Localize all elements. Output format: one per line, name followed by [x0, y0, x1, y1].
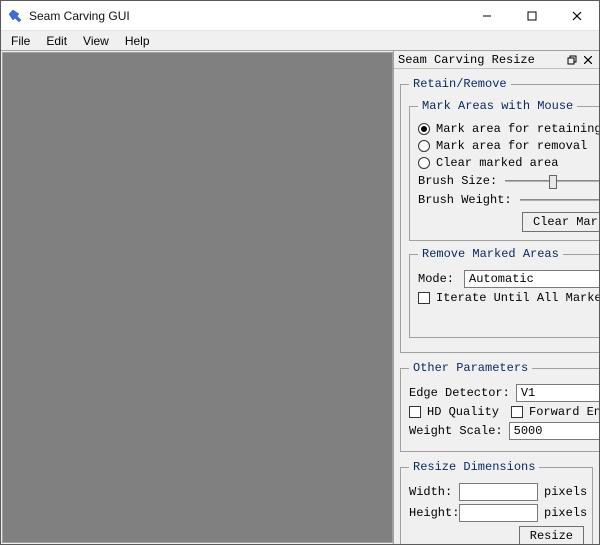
menu-view[interactable]: View	[75, 32, 117, 50]
remove-marked-group: Remove Marked Areas Mode: Automatic ▼ It…	[409, 247, 599, 338]
edge-detector-label: Edge Detector:	[409, 386, 510, 400]
hd-quality-checkbox[interactable]	[409, 406, 421, 418]
quality-energy-row: HD Quality Forward Energy	[409, 405, 599, 419]
resize-button[interactable]: Resize	[519, 526, 584, 544]
radio-retain[interactable]	[418, 123, 430, 135]
client-area: Seam Carving Resize Retain/Remove Mark A…	[1, 51, 599, 544]
close-button[interactable]	[554, 1, 599, 30]
width-row: Width: pixels	[409, 483, 584, 501]
radio-retain-row[interactable]: Mark area for retaining	[418, 122, 599, 136]
brush-weight-label: Brush Weight:	[418, 193, 512, 207]
radio-clear[interactable]	[418, 157, 430, 169]
remove-marked-legend: Remove Marked Areas	[418, 247, 563, 261]
mode-label: Mode:	[418, 272, 458, 286]
menu-file[interactable]: File	[3, 32, 38, 50]
iterate-checkbox[interactable]	[418, 292, 430, 304]
menu-help[interactable]: Help	[117, 32, 158, 50]
iterate-row[interactable]: Iterate Until All Marked Removed	[418, 291, 599, 305]
edge-detector-value: V1	[521, 386, 535, 400]
menubar: File Edit View Help	[1, 31, 599, 51]
dock-float-button[interactable]	[565, 53, 579, 67]
retain-remove-group: Retain/Remove Mark Areas with Mouse Mark…	[400, 77, 599, 353]
radio-removal-row[interactable]: Mark area for removal	[418, 139, 599, 153]
mode-value: Automatic	[469, 272, 534, 286]
brush-weight-row: Brush Weight:	[418, 192, 599, 208]
maximize-button[interactable]	[509, 1, 554, 30]
weight-scale-input[interactable]: 5000	[509, 422, 599, 440]
brush-size-label: Brush Size:	[418, 174, 497, 188]
radio-retain-label: Mark area for retaining	[436, 122, 599, 136]
radio-removal-label: Mark area for removal	[436, 139, 587, 153]
width-unit: pixels	[544, 485, 584, 499]
titlebar[interactable]: Seam Carving GUI	[1, 1, 599, 31]
height-input[interactable]	[459, 504, 538, 522]
weight-scale-row: Weight Scale: 5000	[409, 422, 599, 440]
mark-areas-legend: Mark Areas with Mouse	[418, 99, 577, 113]
other-params-group: Other Parameters Edge Detector: V1 ▼ HD …	[400, 361, 599, 452]
brush-size-row: Brush Size:	[418, 173, 599, 189]
weight-scale-value: 5000	[514, 424, 543, 438]
iterate-label: Iterate Until All Marked Removed	[436, 291, 599, 305]
panel-body: Retain/Remove Mark Areas with Mouse Mark…	[394, 69, 599, 544]
mark-areas-group: Mark Areas with Mouse Mark area for reta…	[409, 99, 599, 241]
app-window: Seam Carving GUI File Edit View Help Sea…	[0, 0, 600, 545]
height-label: Height:	[409, 506, 453, 520]
hd-quality-label[interactable]: HD Quality	[427, 405, 499, 419]
edge-detector-select[interactable]: V1 ▼	[516, 384, 599, 402]
forward-energy-checkbox[interactable]	[511, 406, 523, 418]
window-title: Seam Carving GUI	[29, 9, 464, 23]
radio-removal[interactable]	[418, 140, 430, 152]
mode-row: Mode: Automatic ▼	[418, 270, 599, 288]
app-icon	[7, 8, 23, 24]
minimize-button[interactable]	[464, 1, 509, 30]
resize-dims-group: Resize Dimensions Width: pixels Height:	[400, 460, 593, 544]
dock-header[interactable]: Seam Carving Resize	[394, 51, 599, 69]
menu-edit[interactable]: Edit	[38, 32, 75, 50]
dock-close-button[interactable]	[581, 53, 595, 67]
retain-remove-legend: Retain/Remove	[409, 77, 511, 91]
radio-clear-label: Clear marked area	[436, 156, 558, 170]
width-label: Width:	[409, 485, 453, 499]
edge-detector-row: Edge Detector: V1 ▼	[409, 384, 599, 402]
brush-weight-slider[interactable]	[518, 192, 599, 208]
window-controls	[464, 1, 599, 30]
mode-select[interactable]: Automatic ▼	[464, 270, 599, 288]
width-input[interactable]	[459, 483, 538, 501]
brush-size-slider[interactable]	[503, 173, 599, 189]
image-canvas[interactable]	[2, 52, 393, 543]
right-panel: Seam Carving Resize Retain/Remove Mark A…	[393, 51, 599, 544]
other-params-legend: Other Parameters	[409, 361, 532, 375]
clear-marked-area-button[interactable]: Clear Marked Area	[522, 212, 599, 232]
height-row: Height: pixels	[409, 504, 584, 522]
radio-clear-row[interactable]: Clear marked area	[418, 156, 599, 170]
dock-title: Seam Carving Resize	[398, 53, 535, 67]
height-unit: pixels	[544, 506, 584, 520]
forward-energy-label[interactable]: Forward Energy	[529, 405, 599, 419]
resize-dims-legend: Resize Dimensions	[409, 460, 539, 474]
weight-scale-label: Weight Scale:	[409, 424, 503, 438]
